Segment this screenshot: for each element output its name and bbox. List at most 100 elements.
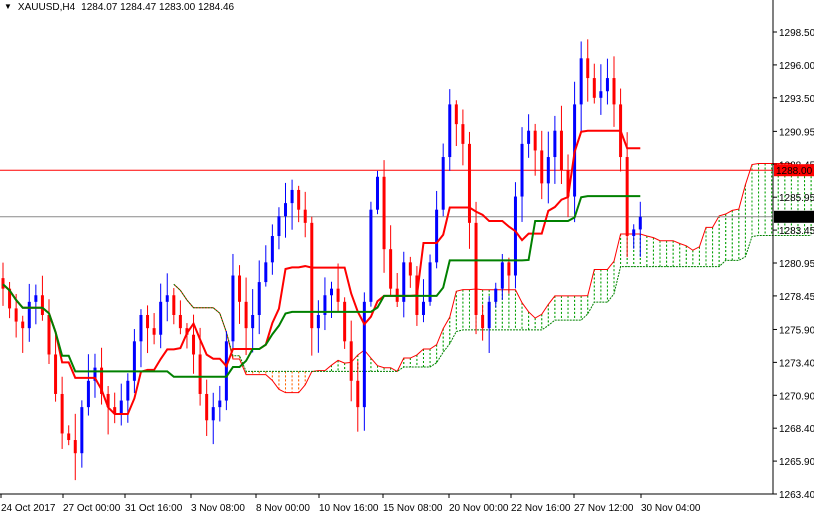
candle-body [330, 288, 333, 296]
y-tick-label: 1273.40 [779, 358, 814, 369]
y-tick-label: 1280.95 [779, 259, 814, 270]
candle-body [205, 393, 209, 421]
candle-body [369, 209, 373, 302]
dropdown-arrow-icon[interactable]: ▼ [4, 2, 12, 13]
y-tick-label: 1270.90 [779, 391, 814, 402]
candle-body [264, 262, 268, 283]
candle-body [632, 229, 636, 237]
candle-body [441, 157, 445, 210]
candle-body [303, 209, 307, 223]
candle-body [257, 282, 261, 315]
symbol-label: XAUUSD,H4 [17, 2, 76, 13]
x-tick-label: 3 Nov 08:00 [191, 503, 245, 514]
senkou-span-b [173, 235, 812, 372]
y-tick-label: 1296.00 [779, 61, 814, 72]
candle-body [559, 130, 563, 171]
y-tick-label: 1265.90 [779, 457, 814, 468]
x-tick-label: 8 Nov 00:00 [256, 503, 310, 514]
current-price-price-label: 1284.46 [776, 213, 813, 224]
candle-body [612, 78, 616, 105]
candle-body [132, 341, 136, 381]
candle-body [119, 400, 123, 414]
candle-body [599, 91, 603, 98]
y-tick-label: 1275.90 [779, 325, 814, 336]
candle-body [73, 440, 77, 454]
ohlc-readout: 1284.07 1284.47 1283.00 1284.46 [81, 2, 235, 13]
x-tick-label: 27 Oct 00:00 [63, 503, 121, 514]
x-tick-label: 30 Nov 04:00 [641, 503, 701, 514]
candle-body [533, 130, 537, 151]
candle-body [27, 301, 31, 329]
candle-body [152, 328, 156, 335]
candle-body [54, 354, 58, 394]
candle-body [290, 189, 294, 204]
candle-body [21, 321, 25, 329]
x-tick-label: 10 Nov 16:00 [319, 503, 379, 514]
candle-body [218, 400, 222, 408]
candle-body [284, 203, 288, 217]
candle-body [454, 104, 458, 125]
candle-body [126, 380, 130, 401]
candle-body [60, 393, 64, 434]
candle-body [67, 433, 71, 441]
candle-body [448, 104, 452, 158]
y-tick-label: 1268.40 [779, 424, 814, 435]
y-tick-label: 1278.45 [779, 292, 814, 303]
candle-body [80, 407, 84, 454]
candle-body [224, 341, 228, 401]
candle-body [500, 262, 504, 289]
chart-window[interactable]: 1298.501296.001293.501290.951288.451285.… [0, 0, 814, 514]
candle-body [178, 314, 182, 329]
candle-body [527, 130, 531, 144]
candle-body [481, 314, 485, 329]
candle-body [34, 295, 38, 302]
x-tick-label: 27 Nov 12:00 [574, 503, 634, 514]
candle-body [513, 196, 517, 276]
candle-body [343, 301, 347, 342]
candle-body [638, 216, 642, 230]
candle-body [375, 176, 379, 210]
y-tick-label: 1263.40 [779, 490, 814, 501]
y-tick-label: 1283.45 [779, 226, 814, 237]
candle-body [86, 380, 90, 408]
x-tick-label: 31 Oct 16:00 [125, 503, 183, 514]
candle-body [520, 143, 524, 197]
candle-body [487, 301, 491, 329]
candle-body [474, 222, 478, 315]
candle-body [297, 189, 301, 210]
candle-body [146, 314, 150, 329]
candle-body [349, 341, 353, 381]
candle-body [277, 216, 281, 237]
candle-body [211, 407, 215, 421]
candle-body [362, 301, 366, 408]
y-tick-label: 1298.50 [779, 28, 814, 39]
resistance-price-label: 1288.00 [776, 166, 813, 177]
candle-body [507, 262, 511, 276]
candle-body [14, 308, 18, 322]
candle-body [494, 288, 498, 302]
y-tick-label: 1285.95 [779, 193, 814, 204]
candle-body [467, 143, 471, 223]
candle-body [389, 249, 393, 289]
candle-body [238, 275, 242, 302]
price-chart[interactable]: 1298.501296.001293.501290.951288.451285.… [0, 0, 814, 514]
candle-body [421, 301, 425, 315]
candle-body [165, 295, 169, 302]
candle-body [408, 262, 412, 276]
candle-body [270, 236, 274, 263]
x-tick-label: 15 Nov 08:00 [383, 503, 443, 514]
candle-body [192, 334, 196, 355]
senkou-span-a [173, 162, 812, 394]
candle-body [546, 157, 550, 184]
x-tick-label: 20 Nov 00:00 [449, 503, 509, 514]
candle-body [40, 295, 44, 315]
candle-body [461, 124, 465, 144]
candle-body [159, 301, 163, 335]
candle-body [198, 354, 202, 394]
candle-body [231, 275, 235, 342]
candle-body [336, 288, 340, 302]
x-tick-label: 22 Nov 16:00 [511, 503, 571, 514]
candle-body [382, 176, 386, 250]
candle-body [579, 58, 583, 105]
candle-body [605, 78, 609, 92]
